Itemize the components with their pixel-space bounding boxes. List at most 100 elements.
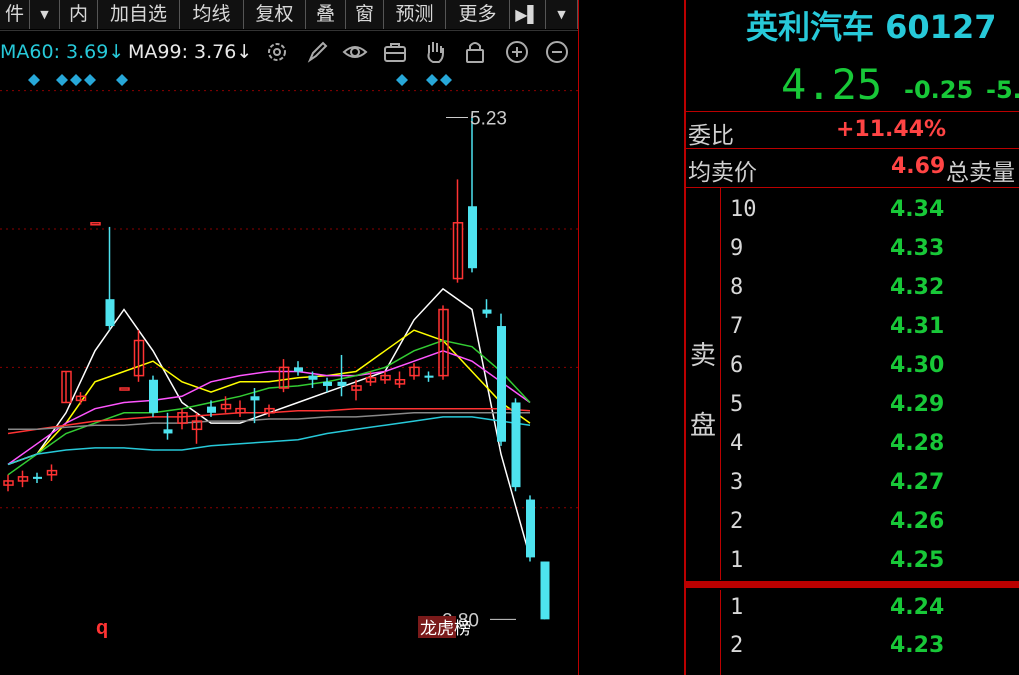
buy-level-price[interactable]: 4.24 [890, 595, 944, 620]
more-button[interactable]: 更多 [446, 0, 510, 29]
zoom-out-icon[interactable] [544, 39, 570, 65]
candle-body [424, 375, 434, 378]
sell-level-price[interactable]: 4.27 [890, 470, 944, 495]
event-marker-icon [56, 74, 68, 86]
overlay-button[interactable]: 叠 [306, 0, 346, 29]
sell-side-label-1: 卖 [690, 341, 717, 371]
event-marker-icon [440, 74, 452, 86]
kline-canvas[interactable]: 5.364.694.023.342.6?5.232.80q龙虎榜 [0, 0, 578, 675]
sell-level-number: 5 [730, 392, 744, 417]
candle-body [105, 299, 115, 327]
window-button[interactable]: 窗 [346, 0, 384, 29]
toolbar-file-dropdown[interactable]: ▼ [30, 0, 60, 29]
ma99-label: MA99: 3.76↓ [128, 41, 253, 63]
price-change: -0.25 [904, 76, 974, 104]
sell-level-number: 9 [730, 236, 744, 261]
candle-body [207, 406, 216, 413]
sell-level-price[interactable]: 4.28 [890, 431, 944, 456]
buy-level-price[interactable]: 4.23 [890, 633, 944, 658]
weibi-label: 委比 [688, 123, 734, 149]
quote-panel: 英利汽车 60127 4.25 -0.25 -5. 委比 +11.44% 均卖价… [684, 0, 1019, 675]
toolbar: 件 ▼ 内 加自选 均线 复权 叠 窗 预测 更多 ▶▌ ▼ [0, 0, 578, 31]
candle-body [497, 326, 506, 442]
price-change-percent: -5. [986, 76, 1019, 104]
sell-level-price[interactable]: 4.30 [890, 353, 944, 378]
candle-body [308, 375, 318, 380]
lock-icon[interactable] [462, 39, 488, 65]
sell-level-number: 2 [730, 509, 744, 534]
add-watchlist-button[interactable]: 加自选 [98, 0, 180, 29]
candle-body [511, 402, 521, 488]
toolbar-item-file[interactable]: 件 [0, 0, 30, 29]
total-sell-label: 总卖量 [946, 160, 1015, 186]
kline-chart[interactable]: 5.364.694.023.342.6?5.232.80q龙虎榜 [0, 0, 578, 675]
divider [686, 187, 1019, 188]
ma-line [7, 287, 531, 558]
avg-sell-label: 均卖价 [688, 160, 757, 186]
ma-button[interactable]: 均线 [180, 0, 244, 29]
forecast-button[interactable]: 预测 [384, 0, 446, 29]
sell-level-price[interactable]: 4.33 [890, 236, 944, 261]
zoom-in-icon[interactable] [504, 39, 530, 65]
candle-body [482, 309, 492, 314]
ma-line [7, 416, 531, 466]
divider [720, 590, 721, 675]
ma-line [7, 329, 531, 466]
candle-body [540, 561, 550, 620]
avg-sell-value: 4.69 [891, 154, 946, 179]
sell-level-number: 3 [730, 470, 744, 495]
sell-level-price[interactable]: 4.26 [890, 509, 944, 534]
longhu-marker: 龙虎榜 [420, 619, 471, 639]
sell-side-label-2: 盘 [690, 411, 717, 441]
candle-body [337, 381, 347, 386]
sell-level-price[interactable]: 4.31 [890, 314, 944, 339]
event-marker-icon [70, 74, 82, 86]
sell-level-number: 8 [730, 275, 744, 300]
divider [720, 188, 721, 580]
divider [686, 111, 1019, 112]
toolbar-overflow-dropdown[interactable]: ▼ [546, 0, 578, 29]
high-annotation: 5.23 [470, 108, 507, 129]
candle-body [149, 379, 158, 413]
adjust-button[interactable]: 复权 [244, 0, 306, 29]
event-marker-icon [28, 74, 40, 86]
candle-body [526, 499, 535, 558]
sell-level-number: 4 [730, 431, 744, 456]
briefcase-icon[interactable] [382, 39, 408, 65]
current-price: 4.25 [781, 60, 883, 109]
candle-body [468, 206, 477, 269]
event-marker-icon [84, 74, 96, 86]
weibi-value: +11.44% [836, 117, 947, 142]
event-marker-icon [116, 74, 128, 86]
buy-level-number: 1 [730, 595, 744, 620]
ma60-label: MA60: 3.69↓ [0, 41, 125, 63]
eye-icon[interactable] [342, 39, 368, 65]
sell-level-number: 6 [730, 353, 744, 378]
candle-body [33, 476, 42, 479]
hand-icon[interactable] [422, 39, 448, 65]
sell-level-price[interactable]: 4.29 [890, 392, 944, 417]
divider [686, 148, 1019, 149]
event-marker-icon [426, 74, 438, 86]
sell-level-price[interactable]: 4.34 [890, 197, 944, 222]
stock-title[interactable]: 英利汽车 60127 [746, 2, 996, 48]
settings-icon[interactable] [264, 39, 290, 65]
candle-body [323, 381, 332, 386]
toolbar-item-inner[interactable]: 内 [60, 0, 98, 29]
candle-body [163, 429, 173, 434]
q-marker: q [96, 617, 108, 639]
candle-body [90, 222, 101, 226]
event-marker-icon [396, 74, 408, 86]
candle-body [250, 396, 260, 401]
orderbook-divider [686, 581, 1019, 588]
pen-icon[interactable] [304, 39, 330, 65]
play-to-end-button[interactable]: ▶▌ [510, 0, 546, 29]
buy-level-number: 2 [730, 633, 744, 658]
sell-level-price[interactable]: 4.32 [890, 275, 944, 300]
chart-axis-separator [578, 0, 579, 675]
sell-level-number: 7 [730, 314, 744, 339]
sell-level-price[interactable]: 4.25 [890, 548, 944, 573]
sell-level-number: 10 [730, 197, 757, 222]
sell-level-number: 1 [730, 548, 744, 573]
ma-legend-row: MA60: 3.69↓ MA99: 3.76↓ [0, 36, 578, 68]
